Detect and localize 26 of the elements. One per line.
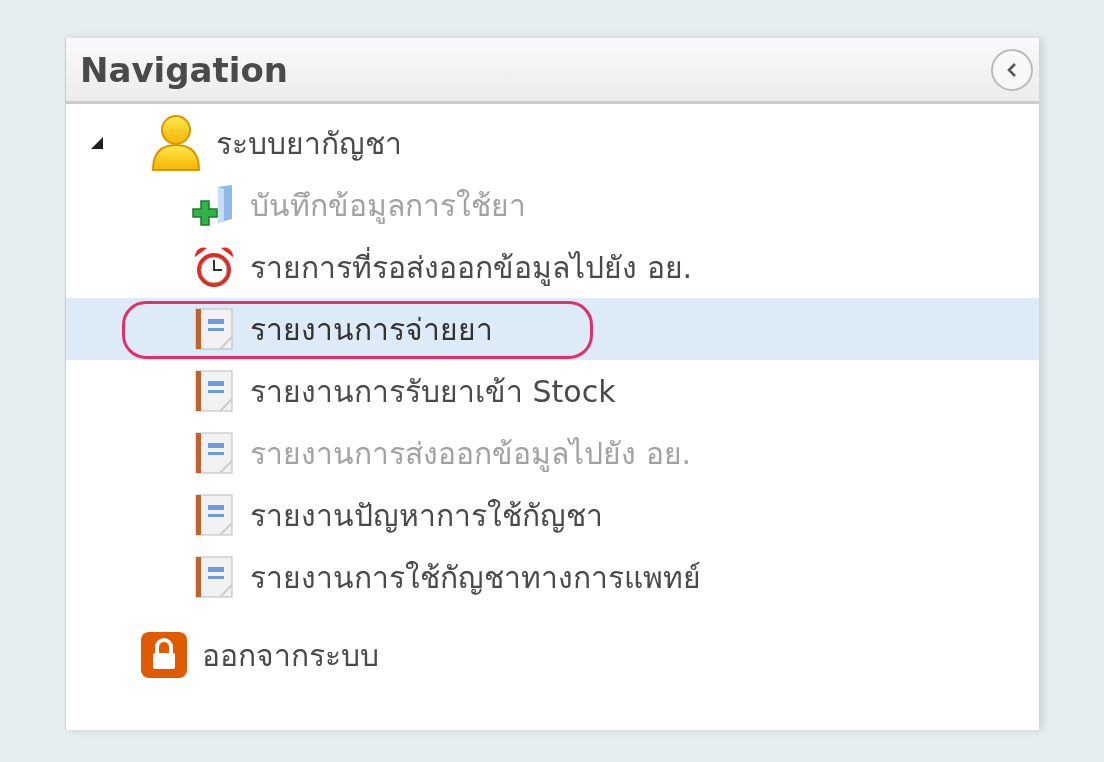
tree-item[interactable]: รายงานการจ่ายยา bbox=[66, 298, 1039, 360]
tree-item[interactable]: รายงานการรับยาเข้า Stock bbox=[66, 360, 1039, 422]
item-label: รายงานปัญหาการใช้กัญชา bbox=[250, 496, 603, 535]
item-label: รายงานการจ่ายยา bbox=[250, 310, 493, 349]
tree-item[interactable]: รายงานปัญหาการใช้กัญชา bbox=[66, 484, 1039, 546]
item-label: ออกจากระบบ bbox=[202, 636, 379, 675]
report-document-icon bbox=[192, 307, 236, 351]
expanded-triangle-icon[interactable] bbox=[90, 136, 104, 150]
item-label: รายงานการรับยาเข้า Stock bbox=[250, 372, 616, 411]
item-label: รายงานการส่งออกข้อมูลไปยัง อย. bbox=[250, 434, 692, 474]
lock-icon bbox=[140, 631, 188, 679]
report-document-icon bbox=[192, 555, 236, 599]
item-label: รายการที่รอส่งออกข้อมูลไปยัง อย. bbox=[250, 246, 693, 288]
report-document-icon bbox=[192, 369, 236, 413]
tree-item[interactable]: รายการที่รอส่งออกข้อมูลไปยัง อย. bbox=[66, 236, 1039, 298]
item-label: บันทึกข้อมูลการใช้ยา bbox=[250, 186, 526, 226]
user-icon bbox=[150, 113, 202, 173]
item-label: รายงานการใช้กัญชาทางการแพทย์ bbox=[250, 558, 701, 597]
panel-title: Navigation bbox=[80, 49, 288, 90]
report-document-icon bbox=[192, 493, 236, 537]
item-label: ระบบยากัญชา bbox=[216, 124, 402, 163]
report-document-icon bbox=[192, 431, 236, 475]
tree-item[interactable]: รายงานการใช้กัญชาทางการแพทย์ bbox=[66, 546, 1039, 608]
tree-item[interactable]: ระบบยากัญชา bbox=[66, 112, 1039, 174]
alarm-clock-icon bbox=[192, 245, 236, 289]
tree-item[interactable]: ออกจากระบบ bbox=[66, 624, 1039, 686]
